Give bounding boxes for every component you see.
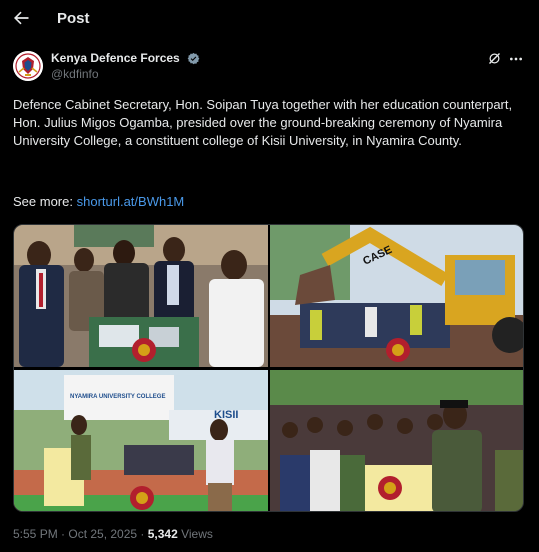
- verified-badge-icon: [187, 52, 200, 65]
- media-grid: CASE NYAMIRA UNIVERSITY COLLEGE KISII: [13, 224, 524, 512]
- views-label: Views: [177, 527, 213, 541]
- post-body-text: Defence Cabinet Secretary, Hon. Soipan T…: [13, 97, 513, 148]
- author-name[interactable]: Kenya Defence Forces: [51, 51, 180, 65]
- post-time[interactable]: 5:55 PM · Oct 25, 2025 ·: [13, 527, 148, 541]
- post-link[interactable]: shorturl.at/BWh1M: [77, 194, 185, 209]
- top-bar: Post: [0, 0, 539, 40]
- stage-banner-text: NYAMIRA UNIVERSITY COLLEGE: [70, 394, 165, 400]
- see-more-label: See more:: [13, 194, 73, 209]
- photo-officials-viewing-model[interactable]: [14, 225, 268, 367]
- back-arrow-icon[interactable]: [11, 8, 31, 28]
- post-timestamp: 5:55 PM · Oct 25, 2025 · 5,342 Views: [13, 527, 213, 541]
- page-title: Post: [57, 10, 90, 27]
- see-more-line: See more: shorturl.at/BWh1M: [13, 194, 184, 209]
- photo-backhoe-groundbreaking[interactable]: CASE: [270, 225, 523, 367]
- author-handle[interactable]: @kdfinfo: [51, 67, 99, 81]
- photo-stage-with-podium[interactable]: NYAMIRA UNIVERSITY COLLEGE KISII: [14, 370, 268, 511]
- more-options-icon[interactable]: [508, 51, 524, 67]
- photo-speaker-at-podium[interactable]: [270, 370, 523, 511]
- grok-icon[interactable]: [487, 51, 502, 66]
- views-count: 5,342: [147, 527, 178, 541]
- avatar[interactable]: [13, 51, 43, 81]
